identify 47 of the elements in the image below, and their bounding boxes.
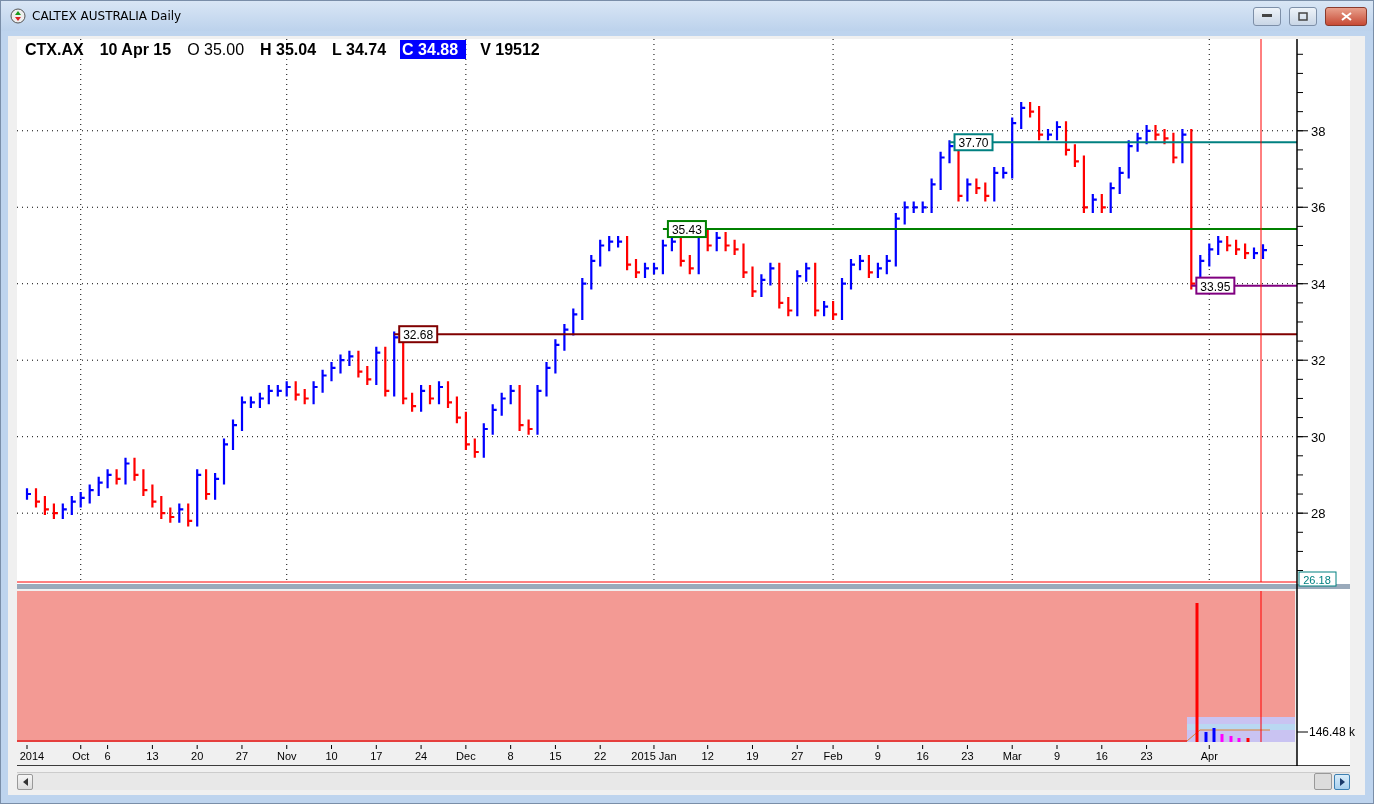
price-axis-label: 30 [1311, 429, 1326, 445]
price-label: 37.70 [953, 133, 994, 152]
axis-value-label: 26.18 [1298, 571, 1337, 587]
quote-value: 10 Apr 15 [98, 40, 173, 59]
date-label: Mar [1002, 750, 1022, 762]
date-label: 8 [507, 750, 514, 762]
date-label: 23 [961, 750, 974, 762]
price-label: 32.68 [398, 325, 439, 344]
price-axis-label: 36 [1311, 200, 1326, 216]
price-axis-label: 28 [1311, 506, 1326, 522]
date-label: 27 [791, 750, 804, 762]
date-label: 22 [594, 750, 607, 762]
date-label: 24 [414, 750, 428, 762]
date-label: 6 [104, 750, 111, 762]
date-label: 20 [191, 750, 204, 762]
date-label: 19 [746, 750, 759, 762]
quote-value: V 19512 [479, 40, 541, 59]
date-label: 13 [146, 750, 159, 762]
date-label: 17 [370, 750, 383, 762]
date-label: 15 [549, 750, 562, 762]
volume-axis-label: 146.48 k [1309, 725, 1356, 739]
date-label: 23 [1140, 750, 1153, 762]
date-label: Dec [456, 750, 476, 762]
date-label: 9 [874, 750, 881, 762]
date-label: 16 [916, 750, 929, 762]
date-label: 27 [235, 750, 249, 762]
price-axis-label: 34 [1311, 276, 1326, 292]
price-label: 33.95 [1195, 276, 1236, 295]
date-label: Feb [823, 750, 843, 762]
date-label: Nov [276, 750, 297, 762]
quote-value: C 34.88 [400, 40, 467, 59]
date-label: Apr [1200, 750, 1218, 762]
date-label: 16 [1095, 750, 1108, 762]
date-label: Oct [72, 750, 90, 762]
quote-value: CTX.AX [24, 40, 85, 59]
date-label: 12 [701, 750, 714, 762]
price-axis-label: 38 [1311, 123, 1326, 139]
date-label: 10 [325, 750, 338, 762]
date-label: 2014 [19, 750, 45, 762]
window-title: CALTEX AUSTRALIA Daily [32, 9, 182, 23]
date-label: 9 [1053, 750, 1061, 762]
price-label: 35.43 [666, 220, 707, 239]
quote-value: O 35.00 [186, 40, 246, 59]
quote-value: H 35.04 [259, 40, 318, 59]
date-label: 2015 Jan [631, 750, 677, 762]
price-axis-label: 32 [1311, 353, 1326, 369]
quote-value: L 34.74 [331, 40, 388, 59]
